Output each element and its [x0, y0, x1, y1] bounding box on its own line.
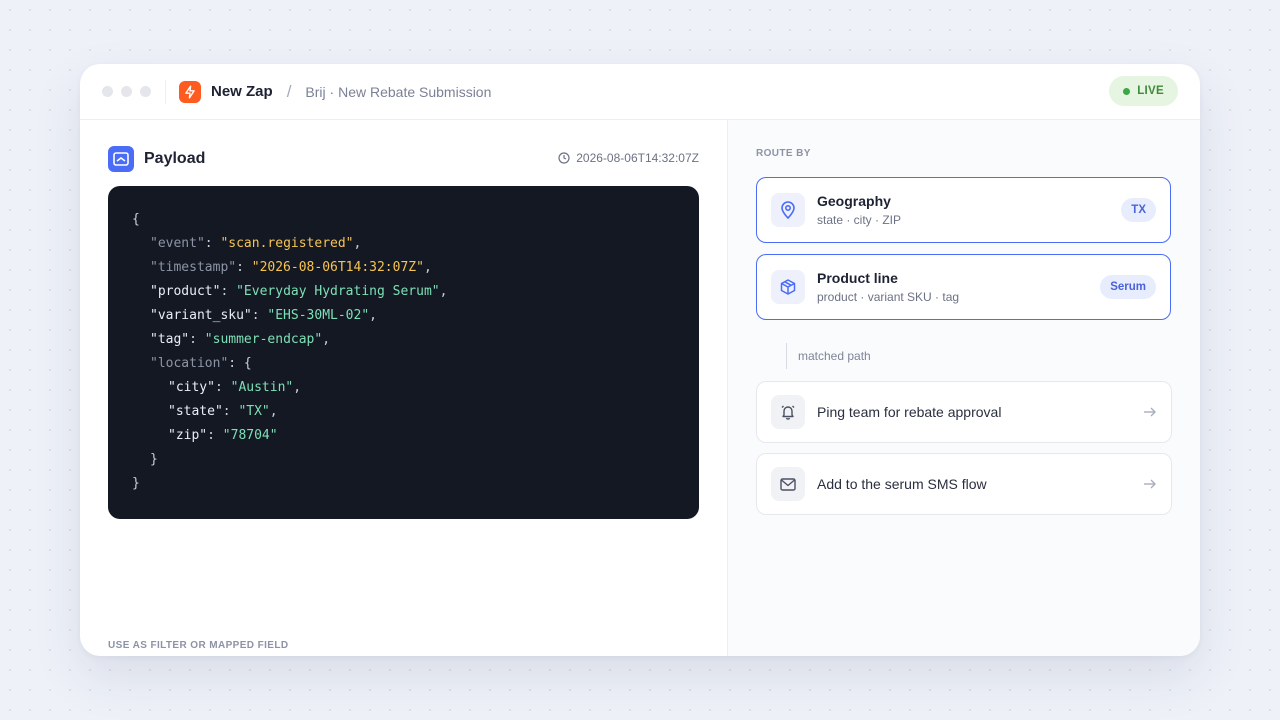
- route-panel: ROUTE BY Geography state · city · ZIP TX…: [727, 120, 1200, 656]
- code-key: "tag": [150, 332, 190, 347]
- code-value: "EHS-30ML-02": [267, 308, 370, 323]
- payload-code-block[interactable]: { "event": "scan.registered", "timestamp…: [108, 186, 699, 519]
- payload-icon: [108, 146, 134, 172]
- close-window-dot[interactable]: [102, 86, 113, 97]
- arrow-right-icon: [1144, 407, 1156, 417]
- lightning-icon: [179, 80, 201, 103]
- code-close-brace: }: [132, 476, 140, 491]
- breadcrumb-separator: /: [286, 81, 292, 101]
- code-line: "tag": "summer-endcap",: [150, 332, 331, 347]
- code-value: "TX": [238, 404, 270, 419]
- route-card-product-line[interactable]: Product line product · variant SKU · tag…: [756, 254, 1171, 320]
- action-label: Add to the serum SMS flow: [817, 476, 987, 492]
- code-key: "location": [150, 356, 229, 371]
- route-card-title: Product line: [817, 270, 898, 286]
- filter-label: USE AS FILTER OR MAPPED FIELD: [108, 640, 289, 651]
- route-card-subtitle: product · variant SKU · tag: [817, 290, 960, 304]
- mail-icon: [771, 467, 805, 501]
- code-line: }: [132, 472, 675, 496]
- payload-header: Payload: [108, 146, 205, 172]
- maximize-window-dot[interactable]: [140, 86, 151, 97]
- code-open-brace: {: [132, 212, 140, 227]
- code-inner-close: }: [150, 452, 158, 467]
- code-key: "event": [150, 236, 205, 251]
- action-add-sms-flow[interactable]: Add to the serum SMS flow: [756, 453, 1172, 515]
- code-key: "state": [168, 404, 223, 419]
- status-badge-label: LIVE: [1137, 85, 1164, 97]
- route-by-label: ROUTE BY: [756, 148, 811, 159]
- route-card-badge: Serum: [1100, 275, 1156, 299]
- title-bar: New Zap / Brij · New Rebate Submission L…: [80, 64, 1200, 120]
- code-line: {: [132, 208, 675, 232]
- route-card-title: Geography: [817, 193, 891, 209]
- window-controls: [102, 86, 151, 97]
- timestamp-text: 2026-08-06T14:32:07Z: [576, 151, 699, 165]
- code-line: }: [132, 448, 675, 472]
- zap-title[interactable]: New Zap: [211, 83, 273, 100]
- code-line: "product": "Everyday Hydrating Serum",: [150, 284, 448, 299]
- action-label: Ping team for rebate approval: [817, 404, 1002, 420]
- code-line: "variant_sku": "EHS-30ML-02",: [150, 308, 377, 323]
- code-key: "zip": [168, 428, 208, 443]
- code-line: "event": "scan.registered",: [150, 236, 362, 251]
- route-card-subtitle: state · city · ZIP: [817, 213, 902, 227]
- title-divider: [165, 79, 166, 104]
- route-card-badge: TX: [1121, 198, 1156, 222]
- package-icon: [771, 270, 805, 304]
- map-pin-icon: [771, 193, 805, 227]
- route-card-text: Geography state · city · ZIP: [817, 193, 1121, 227]
- code-key: "city": [168, 380, 215, 395]
- payload-panel: Payload 2026-08-06T14:32:07Z { "event": …: [80, 120, 727, 656]
- code-value: "78704": [222, 428, 278, 443]
- bell-icon: [771, 395, 805, 429]
- code-value: "summer-endcap": [204, 332, 323, 347]
- action-ping-team[interactable]: Ping team for rebate approval: [756, 381, 1172, 443]
- code-key: "timestamp": [150, 260, 237, 275]
- arrow-right-icon: [1144, 479, 1156, 489]
- code-key: "product": [150, 284, 221, 299]
- code-value: "Everyday Hydrating Serum": [236, 284, 440, 299]
- matched-path-label: matched path: [786, 343, 871, 369]
- code-value: "2026-08-06T14:32:07Z": [251, 260, 424, 275]
- code-line: "timestamp": "2026-08-06T14:32:07Z",: [150, 260, 432, 275]
- code-value: "Austin": [230, 380, 294, 395]
- code-key: "variant_sku": [150, 308, 252, 323]
- code-line: "city": "Austin",: [168, 380, 302, 395]
- zap-window: New Zap / Brij · New Rebate Submission L…: [80, 64, 1200, 656]
- minimize-window-dot[interactable]: [121, 86, 132, 97]
- code-line: "zip": "78704": [168, 428, 278, 443]
- code-value: "scan.registered": [220, 236, 354, 251]
- breadcrumb[interactable]: Brij · New Rebate Submission: [305, 84, 491, 100]
- payload-timestamp: 2026-08-06T14:32:07Z: [558, 151, 699, 165]
- status-badge: LIVE: [1109, 76, 1178, 106]
- payload-title: Payload: [144, 150, 206, 167]
- route-card-geography[interactable]: Geography state · city · ZIP TX: [756, 177, 1171, 243]
- code-line: "location": {: [150, 356, 252, 371]
- clock-icon: [558, 152, 570, 164]
- live-indicator-icon: [1123, 87, 1131, 95]
- route-card-text: Product line product · variant SKU · tag: [817, 270, 1100, 304]
- code-line: "state": "TX",: [168, 404, 278, 419]
